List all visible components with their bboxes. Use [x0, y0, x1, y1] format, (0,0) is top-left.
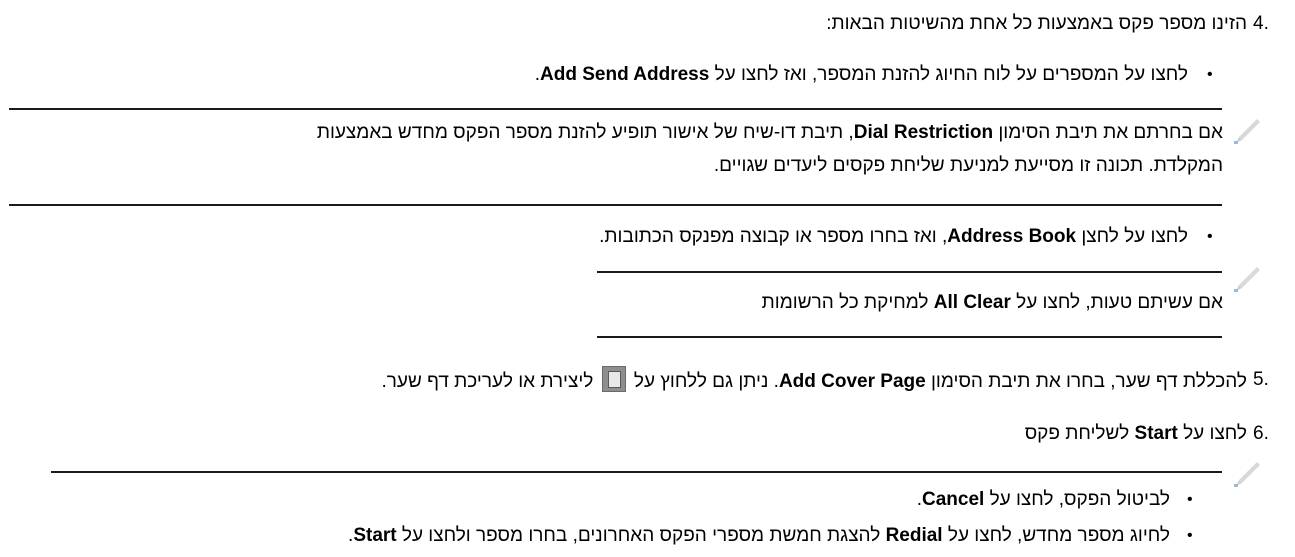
note-3-top-rule — [51, 471, 1222, 473]
note-1-text-c: , תיבת דו-שיח של אישור תופיע להזנת מספר … — [316, 122, 854, 143]
all-clear-label: All Clear — [933, 292, 1011, 313]
bullet-marker: • — [1187, 491, 1193, 508]
step-5-text: להכללת דף שער, בחרו את תיבת הסימון Add C… — [381, 366, 1247, 396]
pencil-note-icon — [1234, 462, 1260, 487]
step-4-text: הזינו מספר פקס באמצעות כל אחת מהשיטות הב… — [826, 13, 1247, 34]
cancel-text-a: לביטול הפקס, לחצו על — [984, 489, 1170, 510]
add-cover-page-label: Add Cover Page — [778, 371, 926, 392]
note-2-text-a: אם עשיתם טעות, לחצו על — [1010, 292, 1223, 313]
dial-restriction-label: Dial Restriction — [853, 122, 994, 143]
step-5-text-a: להכללת דף שער, בחרו את תיבת הסימון — [925, 371, 1247, 392]
note-1-line-2: המקלדת. תכונה זו מסייעת למניעת שליחת פקס… — [713, 155, 1223, 176]
redial-text-c: להצגת חמשת מספרי הפקס האחרונים, בחרו מספ… — [396, 525, 886, 546]
redial-label: Redial — [885, 525, 943, 546]
bullet-marker: • — [1207, 228, 1213, 245]
note-2-text: אם עשיתם טעות, לחצו על All Clear למחיקת … — [762, 289, 1223, 317]
bullet-dialpad-text: לחצו על המספרים על לוח החיוג להזנת המספר… — [709, 64, 1188, 85]
step-6-text-a: לחצו על — [1177, 423, 1247, 444]
bullet-marker: • — [1207, 66, 1213, 83]
start-label: Start — [1134, 423, 1178, 444]
cover-page-icon — [601, 366, 626, 392]
pencil-note-icon — [1234, 267, 1260, 292]
step-4-number: 4. — [1253, 13, 1269, 34]
step-6-text-c: לשליחת פקס — [1024, 423, 1135, 444]
bullet-address-book-text: לחצו על לחצן — [1076, 226, 1188, 247]
note-3-redial-instruction: לחיוג מספר מחדש, לחצו על Redial להצגת חמ… — [348, 522, 1170, 550]
add-send-address-label: Add Send Address — [540, 64, 710, 85]
step-5-number: 5. — [1253, 369, 1269, 390]
note-1-top-rule — [9, 108, 1222, 110]
start-label: Start — [353, 525, 397, 546]
note-2-text-c: למחיקת כל הרשומות — [761, 292, 934, 313]
note-1-text-a: אם בחרתם את תיבת הסימון — [993, 122, 1223, 143]
address-book-label: Address Book — [947, 226, 1077, 247]
bullet-address-book-instruction: לחצו על לחצן Address Book, ואז בחרו מספר… — [599, 223, 1188, 251]
redial-text-a: לחיוג מספר מחדש, לחצו על — [942, 525, 1170, 546]
step-5-text-c: . ניתן גם ללחוץ על — [628, 371, 779, 392]
step-6-number: 6. — [1253, 423, 1269, 444]
cancel-label: Cancel — [922, 489, 985, 510]
pencil-note-icon — [1234, 119, 1260, 144]
note-2-bottom-rule — [597, 336, 1222, 338]
note-1-line-1: אם בחרתם את תיבת הסימון Dial Restriction… — [317, 119, 1223, 147]
bullet-address-book-end: , ואז בחרו מספר או קבוצה מפנקס הכתובות. — [599, 226, 948, 247]
note-2-top-rule — [597, 271, 1222, 273]
note-3-cancel-instruction: לביטול הפקס, לחצו על Cancel. — [917, 486, 1170, 514]
step-6-text: לחצו על Start לשליחת פקס — [1025, 420, 1247, 448]
step-5-text-d: ליצירת או לעריכת דף שער. — [381, 371, 599, 392]
bullet-marker: • — [1187, 527, 1193, 544]
note-1-bottom-rule — [9, 204, 1222, 206]
bullet-dialpad-instruction: לחצו על המספרים על לוח החיוג להזנת המספר… — [535, 61, 1188, 89]
